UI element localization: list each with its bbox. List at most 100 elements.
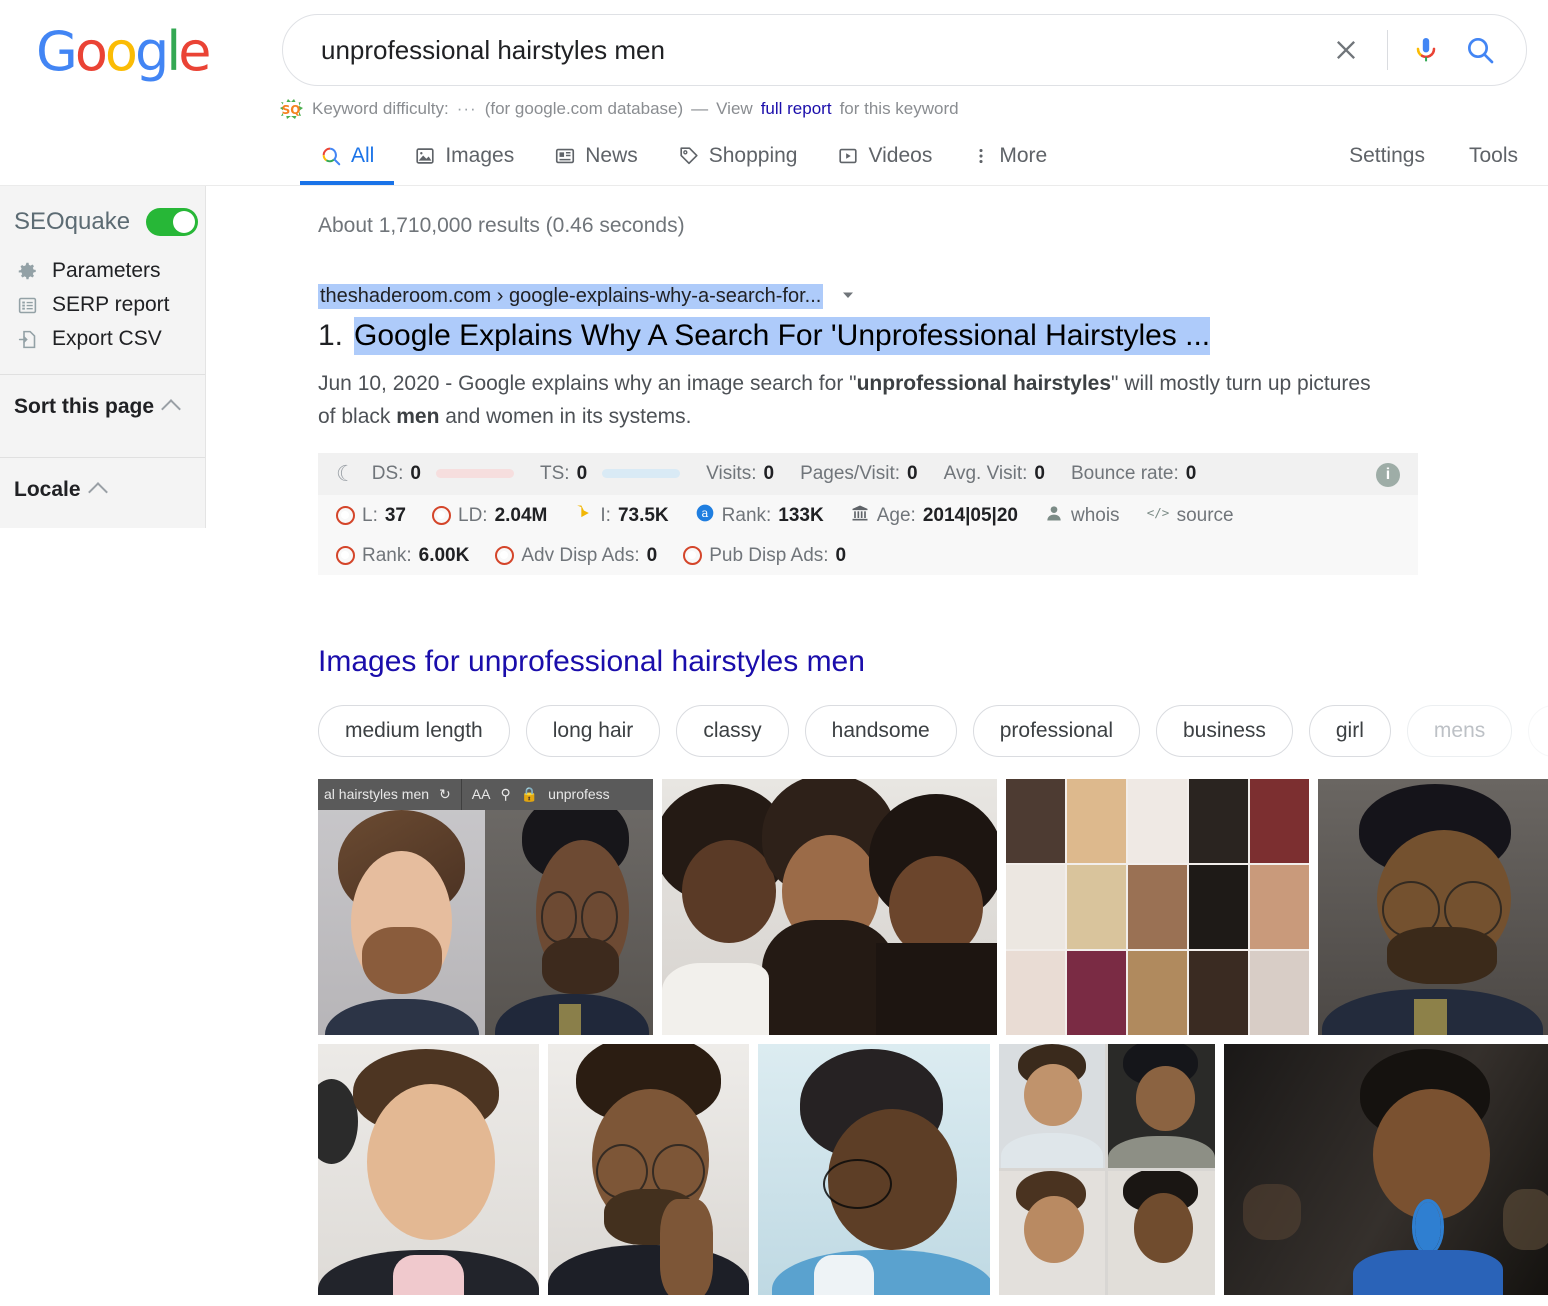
semrush-ring-icon — [336, 546, 355, 566]
image-row-2 — [318, 1043, 1548, 1295]
tab-more[interactable]: More — [952, 128, 1067, 184]
settings-link[interactable]: Settings — [1349, 144, 1425, 168]
metrics-row-ads: Rank: 6.00K Adv Disp Ads: 0 Pub Disp Ads… — [318, 537, 1418, 575]
chip-partial[interactable]: f — [1528, 704, 1548, 757]
sidebar-item-export-csv[interactable]: Export CSV — [0, 322, 205, 356]
seoquake-keyword-difficulty-bar: SQ Keyword difficulty: ··· (for google.c… — [278, 96, 959, 122]
search-divider — [1387, 30, 1388, 70]
tab-shopping[interactable]: Shopping — [658, 128, 818, 184]
caret-down-icon[interactable] — [840, 287, 856, 308]
thumb-man-glasses-updo[interactable] — [547, 1043, 749, 1295]
sidebar-section-locale[interactable]: Locale — [0, 458, 205, 522]
tab-videos[interactable]: Videos — [817, 128, 952, 184]
google-logo[interactable]: Google — [36, 20, 212, 83]
chip-long-hair[interactable]: long hair — [525, 704, 661, 757]
metric-value: 73.5K — [617, 504, 669, 526]
search-input[interactable] — [283, 33, 1321, 67]
svg-text:a: a — [701, 506, 708, 520]
thumb-man-afro-profile[interactable] — [758, 1043, 990, 1295]
chip-classy[interactable]: classy — [676, 704, 789, 757]
source-label: source — [1176, 504, 1234, 526]
tools-link[interactable]: Tools — [1469, 144, 1518, 168]
search-submit-button[interactable] — [1448, 28, 1512, 72]
search-box[interactable] — [282, 14, 1527, 86]
search-icon: ⚲ — [500, 785, 511, 802]
metric-label: LD: — [458, 504, 488, 526]
sidebar-item-serp-report[interactable]: SERP report — [0, 288, 205, 322]
thumbnail-art — [547, 1043, 749, 1295]
gear-icon — [16, 260, 38, 282]
sidebar-section-label: Sort this page — [14, 395, 155, 418]
thumb-man-slicked-hair[interactable] — [318, 1043, 539, 1295]
thumb-three-women[interactable] — [661, 778, 997, 1035]
chevron-up-icon — [161, 399, 181, 419]
full-report-link[interactable]: full report — [761, 99, 832, 119]
whois-label: whois — [1070, 504, 1120, 526]
metric-value: 0 — [835, 544, 847, 566]
thumbnail-overlay-toolbar: al hairstyles men ↻ AA ⚲ 🔒 unprofess — [318, 778, 653, 810]
svg-text:</>: </> — [1146, 505, 1169, 520]
images-section-heading[interactable]: Images for unprofessional hairstyles men — [318, 645, 1548, 679]
search-results-main: About 1,710,000 results (0.46 seconds) t… — [318, 186, 1548, 1295]
thumb-hairstyle-collage[interactable] — [1005, 778, 1309, 1035]
semrush-ring-icon — [432, 506, 451, 526]
whois-link[interactable]: whois — [1044, 503, 1120, 529]
source-link[interactable]: </> source — [1146, 503, 1234, 529]
thumbnail-art — [318, 778, 653, 1035]
seoquake-toggle[interactable] — [146, 208, 199, 236]
chip-girl[interactable]: girl — [1308, 704, 1391, 757]
metric-avg-visit: Avg. Visit: 0 — [944, 463, 1045, 485]
sidebar-section-sort-this-page[interactable]: Sort this page — [0, 375, 205, 439]
tag-icon — [678, 145, 700, 167]
keyword-difficulty-label: Keyword difficulty: — [312, 99, 449, 118]
chip-medium-length[interactable]: medium length — [318, 704, 510, 757]
result-stats: About 1,710,000 results (0.46 seconds) — [318, 214, 685, 237]
result-title-link[interactable]: Google Explains Why A Search For 'Unprof… — [354, 317, 1211, 355]
sidebar-section-label: Locale — [14, 478, 81, 501]
voice-search-button[interactable] — [1404, 28, 1448, 72]
metric-label: Pub Disp Ads: — [709, 544, 829, 566]
thumbnail-art — [1005, 778, 1309, 1035]
overlay-text-left: al hairstyles men — [324, 786, 430, 803]
logo-letter: l — [166, 20, 181, 83]
result-url[interactable]: theshaderoom.com › google-explains-why-a… — [318, 284, 824, 309]
metric-value: 2.04M — [494, 504, 548, 526]
metric-label: Rank: — [721, 504, 772, 526]
info-icon[interactable]: i — [1376, 462, 1400, 487]
result-snippet: Jun 10, 2020 - Google explains why an im… — [318, 367, 1386, 433]
metric-label: TS: — [540, 462, 570, 484]
metric-linking-domains: LD: 2.04M — [432, 505, 547, 527]
thumb-phone-screenshot-two-men[interactable]: al hairstyles men ↻ AA ⚲ 🔒 unprofess — [318, 778, 653, 1035]
keyword-difficulty-suffix: for this keyword — [839, 99, 959, 118]
metrics-row-links: L: 37 LD: 2.04M I: 73.5K a Rank: 133K Ag… — [318, 495, 1418, 537]
refresh-icon: ↻ — [439, 785, 451, 802]
metric-ds: DS: 0 — [372, 463, 514, 485]
metric-adv-disp-ads: Adv Disp Ads: 0 — [495, 545, 657, 567]
chip-handsome[interactable]: handsome — [804, 704, 957, 757]
clear-search-button[interactable] — [1321, 25, 1371, 75]
image-results-grid: al hairstyles men ↻ AA ⚲ 🔒 unprofess — [318, 778, 1548, 1295]
metric-value: 0 — [576, 462, 588, 484]
metric-label: Adv Disp Ads: — [521, 544, 640, 566]
metric-value: 0 — [1185, 462, 1197, 484]
thumb-dreadlocks-grid[interactable] — [998, 1043, 1215, 1295]
metric-value: 0 — [646, 544, 658, 566]
thumb-man-glasses-suit[interactable] — [1317, 778, 1548, 1035]
tab-all[interactable]: All — [300, 128, 395, 185]
chip-business[interactable]: business — [1155, 704, 1293, 757]
thumb-woman-profile-earring[interactable] — [1223, 1043, 1548, 1295]
semrush-ring-icon — [336, 506, 355, 526]
archive-icon — [850, 503, 870, 529]
sidebar-item-parameters[interactable]: Parameters — [0, 254, 205, 288]
snippet-date: Jun 10, 2020 - — [318, 371, 459, 395]
tab-images[interactable]: Images — [394, 128, 534, 184]
chip-professional[interactable]: professional — [972, 704, 1140, 757]
search-icon — [320, 145, 342, 167]
thumbnail-art — [758, 1043, 990, 1295]
result-title-row: 1. Google Explains Why A Search For 'Unp… — [318, 317, 1548, 355]
sidebar-item-label: Export CSV — [52, 327, 162, 350]
logo-letter: e — [178, 20, 211, 83]
tab-news[interactable]: News — [534, 128, 658, 184]
logo-letter: g — [134, 20, 169, 83]
chip-mens[interactable]: mens — [1406, 704, 1513, 757]
